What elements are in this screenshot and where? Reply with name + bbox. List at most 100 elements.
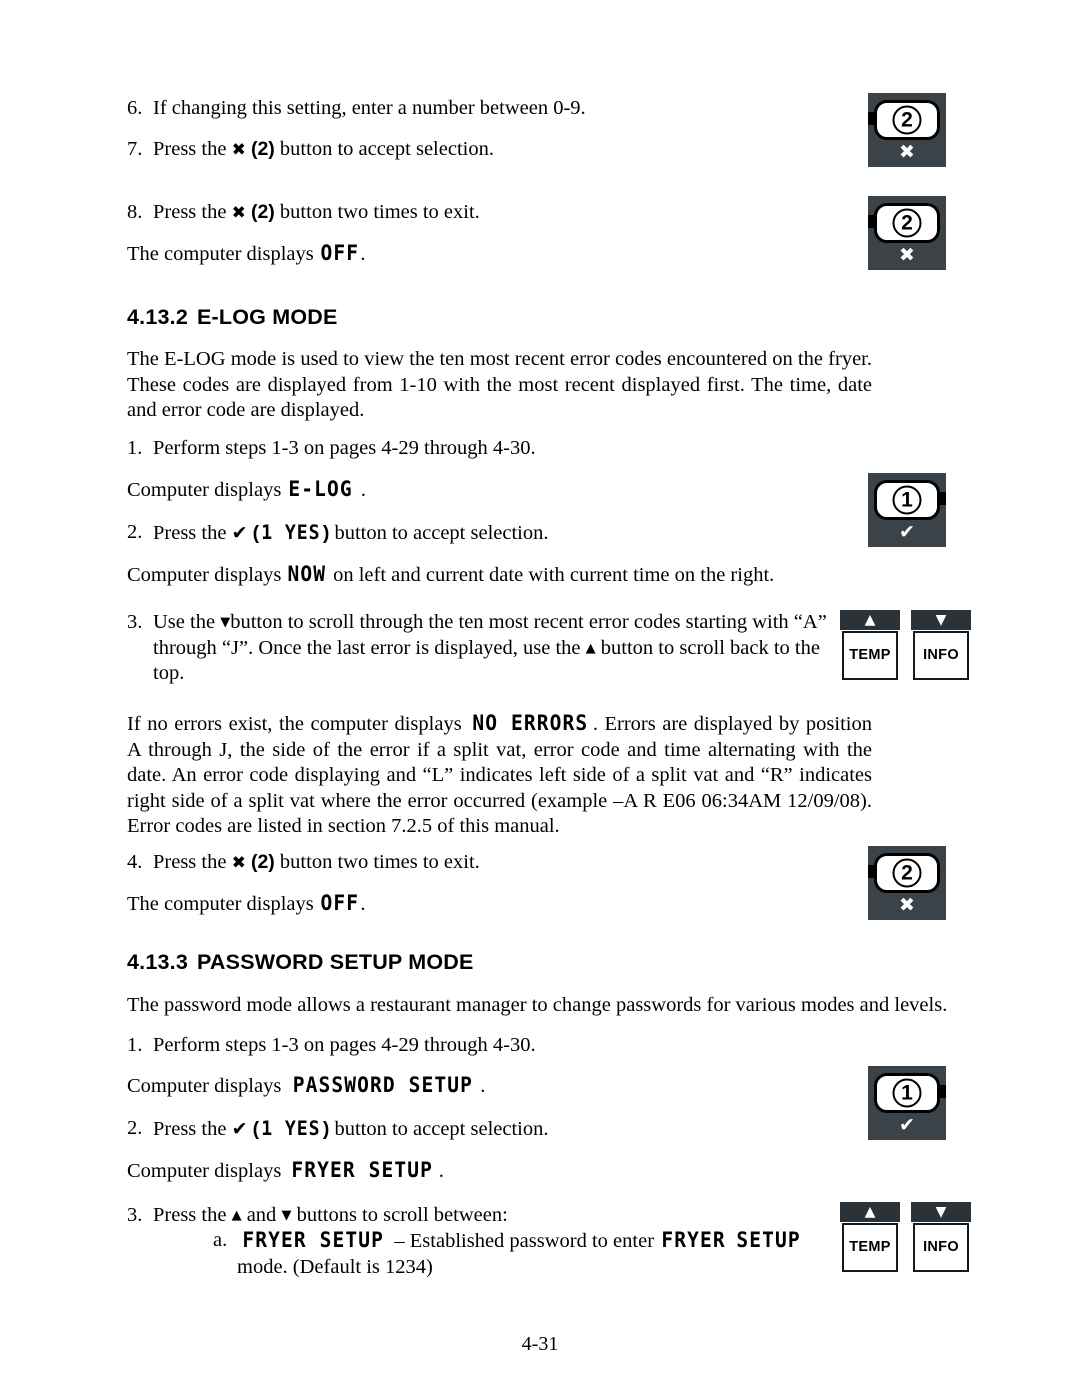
password-step-2-after: button to accept selection. — [334, 1118, 549, 1140]
arrow-up-icon: ▲ — [840, 610, 900, 630]
step-7: 7. Press the ✖ (2) button to accept sele… — [127, 137, 843, 163]
key-lens: 1 — [874, 480, 940, 520]
elog-step-1-text: Perform steps 1-3 on pages 4-29 through … — [153, 437, 536, 459]
step-7-key-paren: (2) — [250, 138, 275, 160]
password-step-3: 3. Press the ▲ and ▼ buttons to scroll b… — [127, 1203, 843, 1229]
display-off-before: The computer displays — [127, 243, 314, 265]
arrow-down-icon: ▼ — [911, 1202, 971, 1222]
password-substep-a-tail: mode. (Default is 1234) — [237, 1255, 433, 1278]
temp-button-label: TEMP — [842, 1223, 898, 1272]
password-step-2-before: Press the — [153, 1118, 227, 1140]
close-paren: ) — [322, 522, 330, 544]
arrow-up-icon: ▲ — [585, 640, 596, 656]
key-number-circle: 2 — [892, 105, 922, 135]
x-symbol-icon: ✖ — [231, 853, 246, 873]
display-fryer-before: Computer displays — [127, 1160, 282, 1182]
check-symbol-icon: ✔ — [231, 1118, 248, 1140]
arrow-down-icon: ▼ — [911, 610, 971, 630]
key-lens: 2 — [874, 203, 940, 243]
key-number-circle: 2 — [892, 208, 922, 238]
lcd-text-password-setup: PASSWORD SETUP — [293, 1073, 474, 1097]
lcd-text-fryer-setup: FRYER SETUP — [242, 1228, 384, 1252]
temp-info-button-group: ▲ TEMP ▼ INFO — [840, 610, 971, 682]
section-heading-password: 4.13.3 PASSWORD SETUP MODE — [127, 950, 843, 975]
x-symbol-icon: ✖ — [899, 141, 915, 163]
elog-step-1-marker: 1. — [127, 437, 143, 459]
password-intro-paragraph: The password mode allows a restaurant ma… — [127, 994, 948, 1016]
section-title: E-LOG MODE — [196, 305, 338, 329]
lcd-text-elog: E-LOG — [288, 477, 354, 501]
temp-button-graphic: ▲ TEMP — [840, 610, 900, 682]
section-heading-elog: 4.13.2 E-LOG MODE — [127, 305, 843, 330]
display-password-after: . — [480, 1075, 486, 1097]
password-step-1: 1. Perform steps 1-3 on pages 4-29 throu… — [127, 1033, 843, 1059]
elog-step-3-marker: 3. — [127, 611, 143, 633]
elog-step-2-marker: 2. — [127, 521, 143, 543]
info-button-graphic: ▼ INFO — [911, 1202, 971, 1274]
display-password-before: Computer displays — [127, 1075, 282, 1097]
step-6: 6. If changing this setting, enter a num… — [127, 96, 843, 122]
password-display-line: Computer displays PASSWORD SETUP. — [127, 1073, 843, 1100]
elog-step-2-before: Press the — [153, 522, 227, 544]
elog-step-4-before: Press the — [153, 851, 227, 873]
elog-step-2: 2. Press the ✔ (1 YES) button to accept … — [127, 520, 843, 547]
elog-step-4: 4. Press the ✖ (2) button two times to e… — [127, 850, 843, 876]
lcd-text-fryer-setup: FRYER SETUP — [291, 1158, 434, 1182]
step-8-key-paren: (2) — [250, 201, 275, 223]
elog-display-off: The computer displays OFF. — [127, 891, 843, 918]
key-2-button-graphic: 2 ✖ — [868, 196, 946, 270]
x-symbol-icon: ✖ — [899, 244, 915, 266]
check-symbol-icon: ✔ — [899, 1114, 915, 1136]
lcd-text-1-yes: 1 YES — [261, 1117, 321, 1140]
arrow-down-icon: ▼ — [281, 1208, 292, 1223]
lcd-text-no-errors: NO ERRORS — [472, 711, 589, 735]
check-symbol-icon: ✔ — [231, 522, 248, 544]
password-step-3-part1: Press the — [153, 1204, 227, 1226]
check-symbol-icon: ✔ — [899, 521, 915, 543]
open-paren: ( — [252, 1118, 260, 1140]
step-6-marker: 6. — [127, 97, 143, 119]
info-button-label: INFO — [913, 631, 969, 680]
display-now-before: Computer displays — [127, 564, 282, 586]
arrow-down-icon: ▼ — [220, 615, 231, 630]
display-off-after: . — [360, 243, 366, 265]
password-substep-a-marker: a. — [213, 1229, 228, 1251]
key-lens: 2 — [874, 853, 940, 893]
step-6-text: If changing this setting, enter a number… — [153, 97, 586, 119]
password-display-fryer: Computer displays FRYER SETUP. — [127, 1158, 843, 1185]
elog-step-3-part1: Use the — [153, 611, 216, 633]
temp-info-button-group: ▲ TEMP ▼ INFO — [840, 1202, 971, 1274]
elog-display-off-after: . — [360, 893, 366, 915]
elog-step-4-marker: 4. — [127, 851, 143, 873]
step-7-marker: 7. — [127, 138, 143, 160]
lcd-text-off: OFF — [320, 241, 359, 265]
password-substep-a: a. FRYER SETUP – Established password to… — [127, 1228, 827, 1280]
display-elog-after: . — [360, 479, 366, 501]
step-7-text-before: Press the — [153, 138, 227, 160]
key-lens: 2 — [874, 100, 940, 140]
page-number-footer: 4-31 — [521, 1333, 559, 1355]
display-fryer-after: . — [438, 1160, 444, 1182]
password-substep-a-mid: – Established password to enter — [394, 1230, 655, 1252]
no-errors-paragraph: If no errors exist, the computer display… — [127, 711, 872, 840]
document-page: 6. If changing this setting, enter a num… — [0, 0, 1080, 1397]
key-1-button-graphic: 1 ✔ — [868, 473, 946, 547]
x-symbol-icon: ✖ — [899, 894, 915, 916]
display-now-after: on left and current date with current ti… — [333, 564, 775, 586]
password-step-2: 2. Press the ✔ (1 YES) button to accept … — [127, 1116, 843, 1143]
key-number-circle: 2 — [892, 858, 922, 888]
info-button-graphic: ▼ INFO — [911, 610, 971, 682]
open-paren: ( — [252, 522, 260, 544]
step-7-text-after: button to accept selection. — [279, 138, 494, 160]
password-step-1-text: Perform steps 1-3 on pages 4-29 through … — [153, 1034, 536, 1056]
password-step-1-marker: 1. — [127, 1034, 143, 1056]
no-errors-before: If no errors exist, the computer display… — [127, 713, 462, 735]
step-8-text-after: button two times to exit. — [279, 201, 480, 223]
step-8-marker: 8. — [127, 201, 143, 223]
arrow-up-icon: ▲ — [231, 1208, 242, 1223]
elog-display-off-before: The computer displays — [127, 893, 314, 915]
temp-button-label: TEMP — [842, 631, 898, 680]
elog-step-2-after: button to accept selection. — [334, 522, 549, 544]
elog-display-now: Computer displays NOW on left and curren… — [127, 562, 843, 589]
section-title: PASSWORD SETUP MODE — [196, 950, 474, 974]
